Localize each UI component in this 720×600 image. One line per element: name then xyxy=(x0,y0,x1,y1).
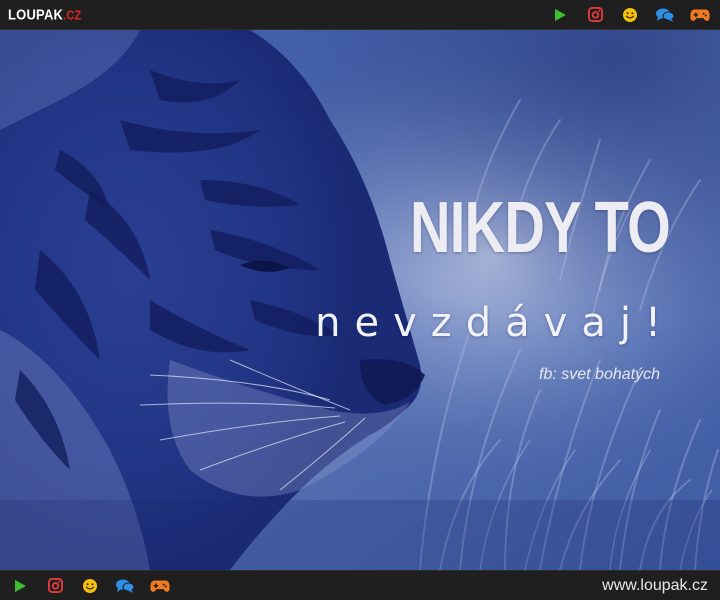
gamepad-icon[interactable] xyxy=(690,5,710,25)
site-url-link[interactable]: www.loupak.cz xyxy=(602,577,712,595)
top-bar: LOUPAK .CZ xyxy=(0,0,720,30)
smiley-icon[interactable] xyxy=(80,576,100,596)
site-logo[interactable]: LOUPAK .CZ xyxy=(8,6,81,23)
play-icon[interactable] xyxy=(10,576,30,596)
chat-icon[interactable] xyxy=(655,5,675,25)
instagram-icon[interactable] xyxy=(45,576,65,596)
gamepad-icon[interactable] xyxy=(150,576,170,596)
logo-text: LOUPAK xyxy=(8,5,64,24)
instagram-icon[interactable] xyxy=(585,5,605,25)
play-icon[interactable] xyxy=(550,5,570,25)
chat-icon[interactable] xyxy=(115,576,135,596)
headline-text: NIKDY TO xyxy=(409,188,671,268)
top-icon-row xyxy=(550,5,712,25)
page: LOUPAK .CZ NIKDY TO nevzdávaj! fb: svet … xyxy=(0,0,720,600)
hero-image: NIKDY TO nevzdávaj! fb: svet bohatých xyxy=(0,30,720,570)
logo-tld: .CZ xyxy=(63,9,82,24)
subline-text: nevzdávaj! xyxy=(315,300,675,346)
bottom-bar: www.loupak.cz xyxy=(0,570,720,600)
credit-text: fb: svet bohatých xyxy=(539,366,660,383)
bottom-icon-row xyxy=(8,576,170,596)
smiley-icon[interactable] xyxy=(620,5,640,25)
